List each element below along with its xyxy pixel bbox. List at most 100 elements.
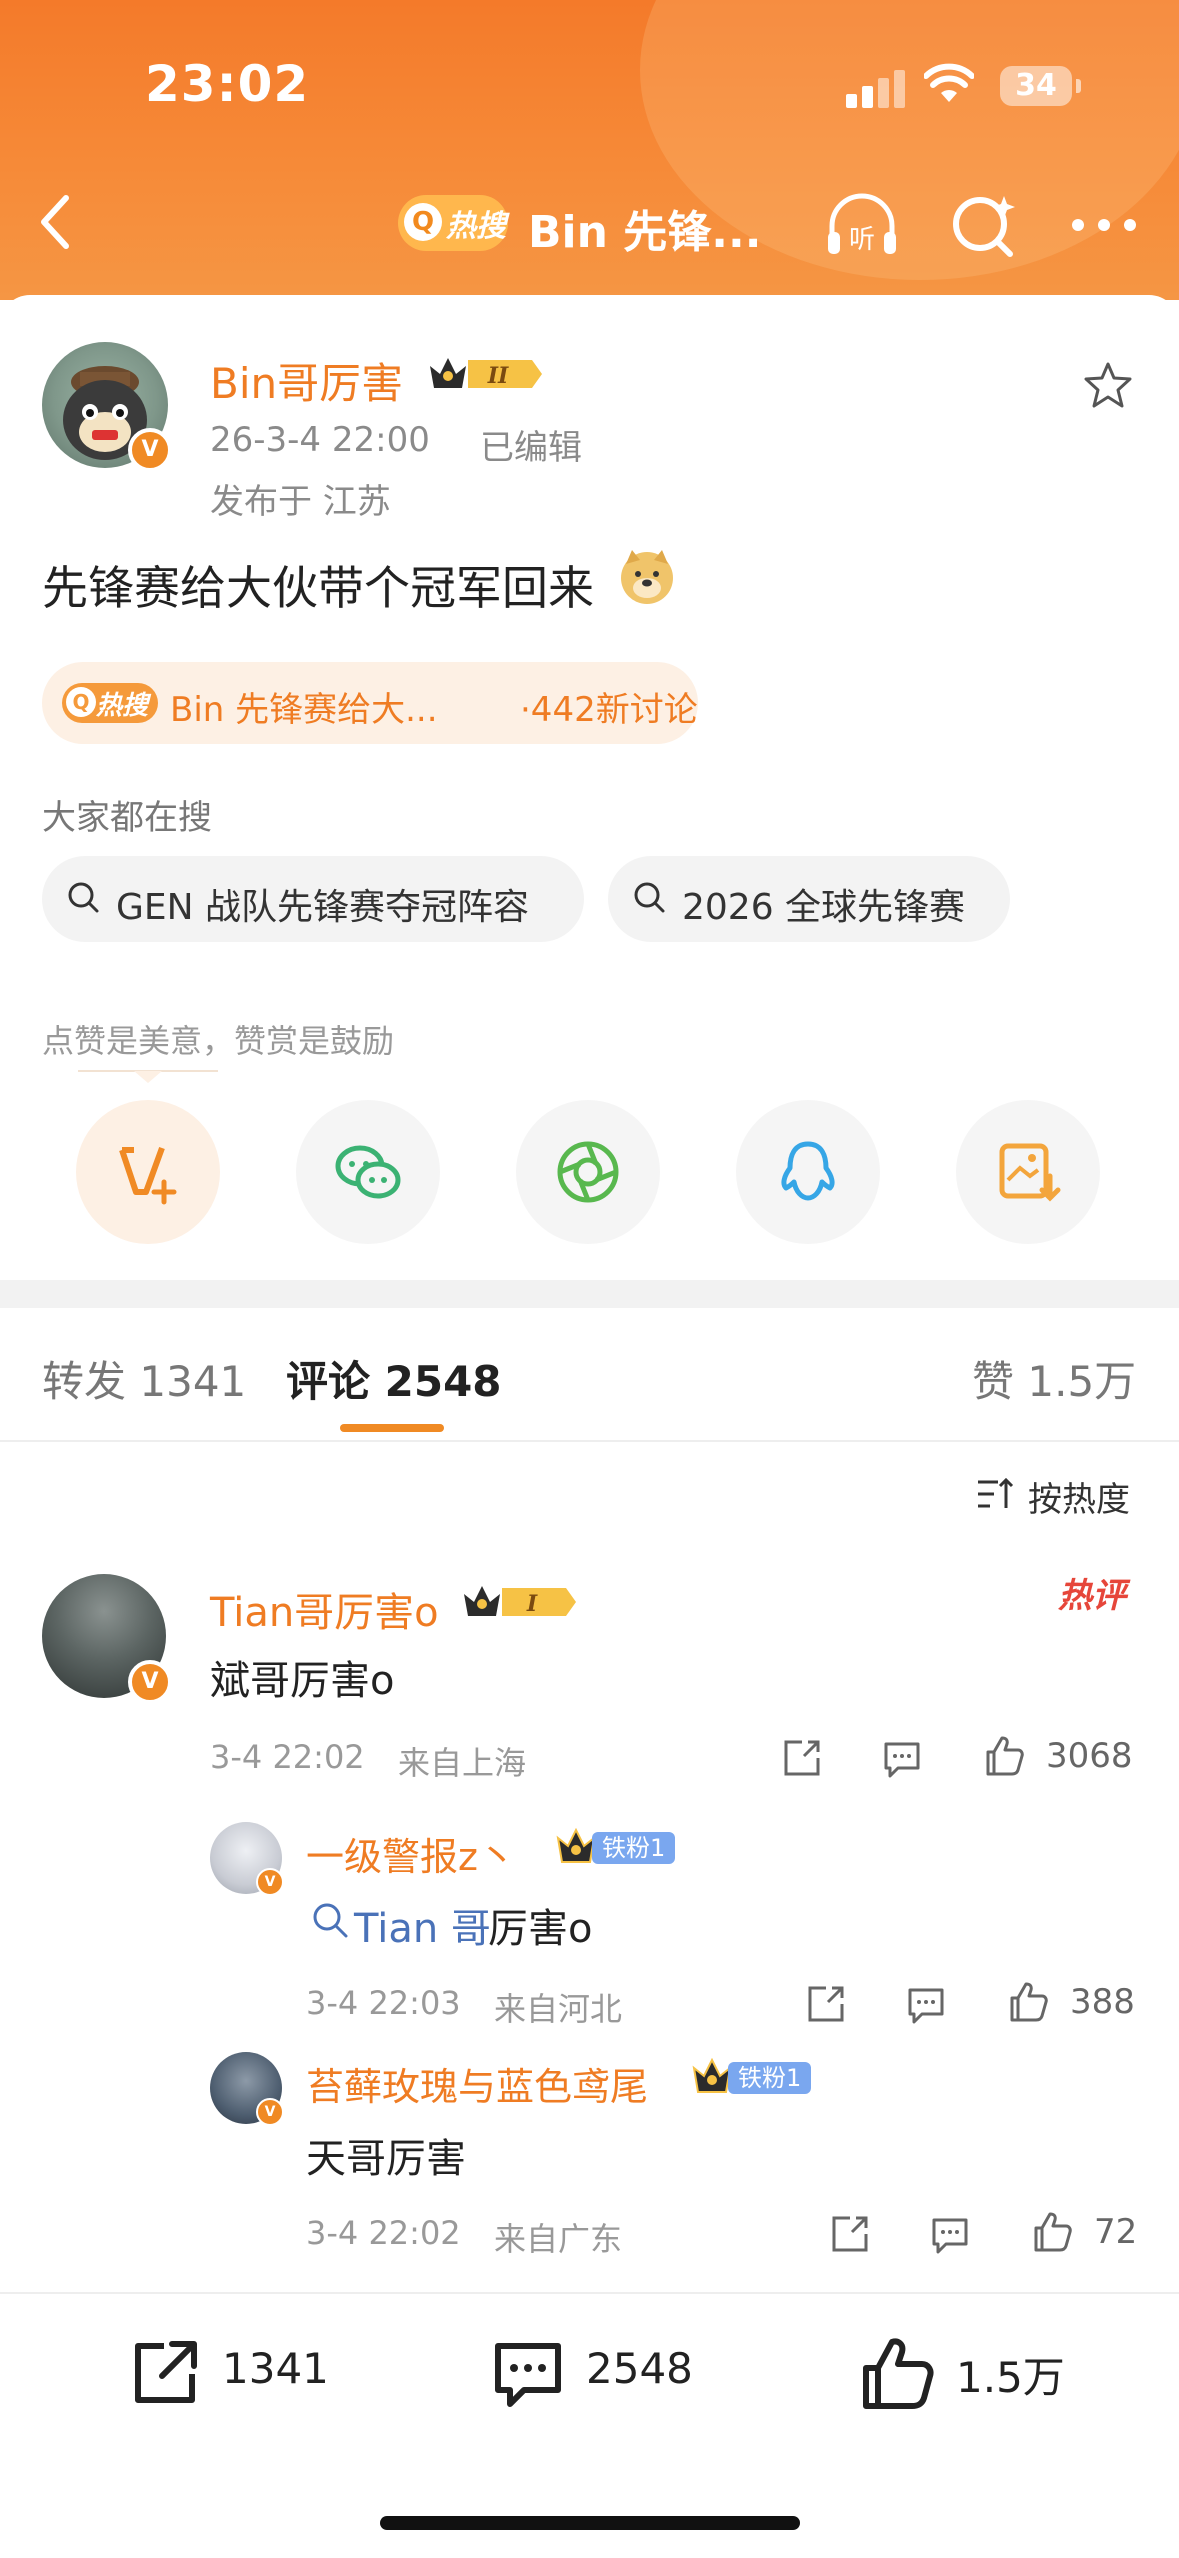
tab-repost-label: 转发 — [42, 1357, 127, 1406]
more-icon[interactable] — [1064, 190, 1144, 260]
save-image-button[interactable] — [956, 1100, 1100, 1244]
replier-name[interactable]: 一级警报z丶 — [306, 1826, 516, 1881]
moments-icon — [557, 1141, 619, 1203]
share-moments-button[interactable] — [516, 1100, 660, 1244]
reward-button[interactable] — [76, 1100, 220, 1244]
share-icon[interactable] — [804, 1982, 848, 2026]
like-icon[interactable] — [1006, 1980, 1050, 2024]
tab-likes-label: 赞 — [972, 1357, 1015, 1406]
nav-title[interactable]: Bin 先锋... — [528, 196, 761, 260]
comment-count[interactable]: 2548 — [586, 2344, 693, 2393]
sort-icon — [978, 1477, 1014, 1508]
tab-likes[interactable]: 赞 1.5万 — [972, 1348, 1136, 1409]
trending-search-label: 大家都在搜 — [42, 798, 212, 838]
tab-likes-count: 1.5万 — [1027, 1357, 1137, 1406]
status-time: 23:02 — [145, 55, 310, 113]
svg-text:听: 听 — [849, 225, 875, 255]
like-icon[interactable] — [858, 2334, 938, 2414]
like-count: 3068 — [1046, 1736, 1133, 1776]
hot-search-tag: Q 热搜 — [62, 683, 158, 723]
reply-time: 3-4 22:02 — [306, 2214, 461, 2252]
comment-time: 3-4 22:02 — [210, 1738, 365, 1776]
post-date: 26-3-4 22:00 — [210, 420, 430, 460]
search-icon[interactable] — [944, 190, 1024, 260]
tab-comments[interactable]: 评论 2548 — [286, 1348, 502, 1409]
topic-discussion-count: ·442新讨论 — [520, 690, 698, 730]
reply-icon[interactable] — [880, 1736, 924, 1780]
sort-by-hot-button[interactable]: 按热度 — [976, 1472, 1156, 1520]
search-icon: Q — [66, 687, 96, 717]
comment-location: 来自上海 — [398, 1744, 527, 1782]
verified-badge: V — [256, 1868, 284, 1896]
search-chip-2[interactable]: 2026 全球先锋赛 — [608, 856, 1010, 942]
share-wechat-button[interactable] — [296, 1100, 440, 1244]
search-chip-label: GEN 战队先锋赛夺冠阵容 — [116, 887, 530, 928]
reward-pointer — [134, 1071, 162, 1083]
post-location: 发布于 江苏 — [210, 482, 391, 522]
share-qq-button[interactable] — [736, 1100, 880, 1244]
like-count[interactable]: 1.5万 — [956, 2344, 1065, 2405]
search-chip-1[interactable]: GEN 战队先锋赛夺冠阵容 — [42, 856, 584, 942]
post-text: 先锋赛给大伙带个冠军回来 — [42, 561, 594, 615]
listen-icon[interactable]: 听 — [822, 190, 902, 260]
commenter-name[interactable]: Tian哥厉害o — [210, 1580, 439, 1638]
post-author-name[interactable]: Bin哥厉害 — [210, 350, 403, 411]
comment-icon[interactable] — [488, 2334, 568, 2414]
verified-badge: V — [256, 2098, 284, 2126]
wechat-icon — [335, 1145, 401, 1199]
crown-icon — [692, 2058, 732, 2093]
crown-icon — [556, 1828, 596, 1863]
comment-text: 斌哥厉害o — [210, 1658, 395, 1704]
fan-level-label: 铁粉1 — [592, 1832, 676, 1864]
qq-icon — [781, 1141, 835, 1201]
fan-level-label: 铁粉1 — [728, 2062, 812, 2094]
tab-active-indicator — [340, 1424, 444, 1432]
like-icon[interactable] — [982, 1734, 1026, 1778]
reply-text: 天哥厉害 — [306, 2136, 466, 2182]
replier-name[interactable]: 苔藓玫瑰与蓝色鸢尾 — [306, 2056, 648, 2111]
battery-level: 34 — [1015, 68, 1057, 103]
like-icon[interactable] — [1030, 2210, 1074, 2254]
search-icon — [68, 882, 99, 913]
crown-level-icon: I — [464, 1586, 576, 1617]
favorite-star-icon[interactable] — [1082, 360, 1134, 410]
search-icon: Q — [404, 203, 442, 241]
mention-link[interactable]: Tian 哥 — [354, 1896, 491, 1954]
share-icon[interactable] — [828, 2212, 872, 2256]
search-icon — [313, 1903, 348, 1938]
reply-icon[interactable] — [904, 1982, 948, 2026]
crown-level-text: II — [487, 363, 509, 389]
fan-badge: 铁粉1 — [556, 1828, 686, 1864]
section-gap — [0, 1280, 1179, 1308]
hot-topic-pill[interactable]: Q 热搜 Bin 先锋赛给大... ·442新讨论 — [42, 662, 698, 744]
reply-icon[interactable] — [928, 2212, 972, 2256]
tab-comments-label: 评论 — [286, 1357, 371, 1406]
reply-location: 来自广东 — [494, 2220, 623, 2258]
hot-tag-label: 热搜 — [96, 691, 149, 721]
reward-label: 点赞是美意，赞赏是鼓励 — [42, 1022, 395, 1060]
home-indicator[interactable] — [380, 2516, 800, 2530]
crown-level-icon: II — [430, 358, 542, 389]
search-chip-label: 2026 全球先锋赛 — [682, 887, 966, 928]
back-icon[interactable] — [32, 192, 82, 252]
save-image-icon — [999, 1143, 1061, 1202]
tab-repost-count: 1341 — [139, 1357, 247, 1406]
repost-count[interactable]: 1341 — [222, 2344, 329, 2393]
share-icon[interactable] — [780, 1736, 824, 1780]
hot-comment-badge: 热评 — [1058, 1576, 1126, 1616]
topic-title: Bin 先锋赛给大... — [170, 690, 438, 730]
reward-v-plus-icon — [119, 1146, 177, 1205]
signal-icon — [846, 68, 906, 108]
like-count: 72 — [1094, 2212, 1138, 2252]
wifi-icon — [924, 63, 974, 102]
reply-location: 来自河北 — [494, 1990, 623, 2028]
hot-search-badge[interactable]: Q 热搜 — [398, 195, 508, 251]
verified-badge: V — [128, 428, 172, 472]
fan-badge: 铁粉1 — [692, 2058, 822, 2094]
battery-icon: 34 — [1000, 66, 1081, 106]
repost-icon[interactable] — [124, 2334, 204, 2414]
tab-repost[interactable]: 转发 1341 — [42, 1348, 246, 1409]
hot-search-label: 热搜 — [446, 209, 506, 244]
reply-text: 厉害o — [488, 1906, 593, 1952]
doge-emoji-icon — [621, 550, 673, 604]
